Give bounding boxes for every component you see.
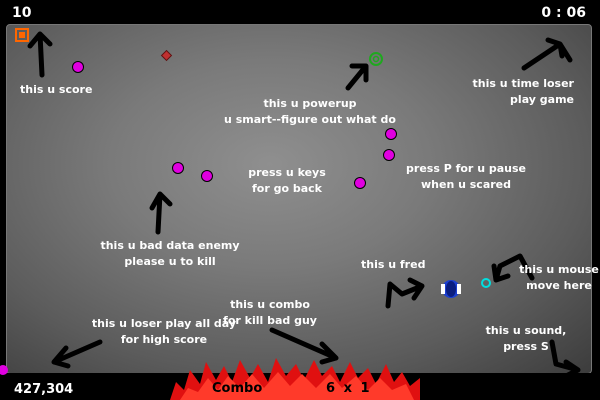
note-keys: press u keys for go back — [248, 166, 326, 195]
note-mouse: this u mouse move here — [519, 263, 599, 292]
top-bar — [0, 0, 600, 24]
note-high-score: this u loser play all day for high score — [91, 317, 237, 346]
note-sound: this u sound, press S — [485, 324, 567, 353]
note-enemy: this u bad data enemy please u to kill — [100, 239, 240, 268]
enemy-dot — [172, 162, 184, 174]
combo-label: Combo — [212, 381, 263, 396]
note-pause: press P for u pause when u scared — [406, 162, 526, 191]
enemy-dot — [72, 61, 84, 73]
enemy-dot — [201, 170, 213, 182]
enemy-dot — [383, 149, 395, 161]
enemy-dot — [354, 177, 366, 189]
note-powerup: this u powerup u smart--figure out what … — [224, 97, 396, 126]
combo-value: 6 x 1 — [326, 381, 372, 396]
note-timer: this u time loser play game — [472, 77, 574, 106]
high-score: 427,304 — [14, 382, 74, 397]
combo-flames — [170, 358, 420, 400]
enemy-dot — [385, 128, 397, 140]
timer: 0 : 06 — [541, 5, 586, 21]
score-counter: 10 — [12, 5, 32, 21]
note-fred: this u fred — [361, 258, 426, 271]
note-score: this u score — [20, 83, 93, 96]
